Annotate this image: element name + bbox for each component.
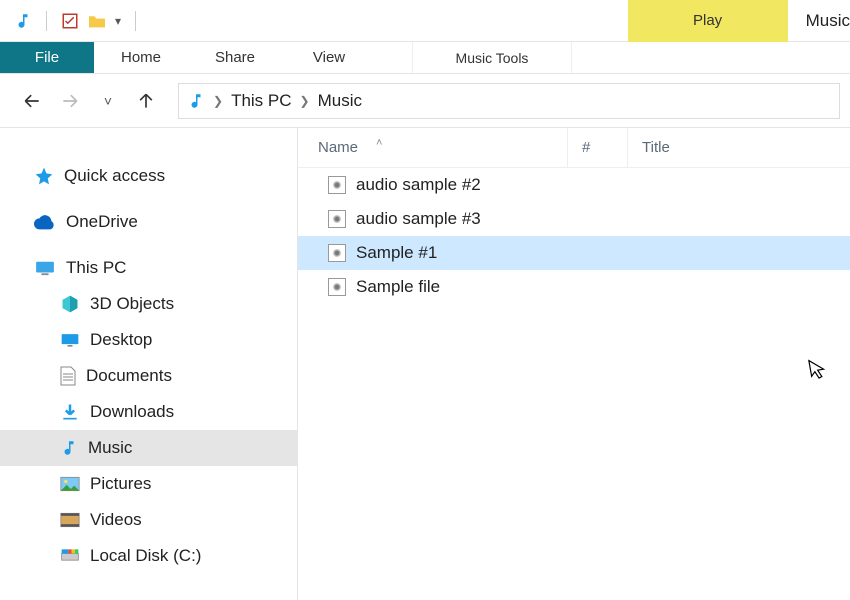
- file-row[interactable]: audio sample #3: [298, 202, 850, 236]
- audio-file-icon: [328, 210, 346, 228]
- tab-home[interactable]: Home: [94, 42, 188, 73]
- tab-label: View: [313, 49, 345, 66]
- column-label: #: [582, 139, 590, 156]
- tree-label: Local Disk (C:): [90, 546, 201, 566]
- sort-asc-icon: ˄: [376, 137, 382, 149]
- pc-icon: [34, 260, 56, 276]
- back-button[interactable]: [18, 87, 46, 115]
- tab-label: Share: [215, 49, 255, 66]
- tree-this-pc[interactable]: This PC: [0, 250, 297, 286]
- tree-label: Videos: [90, 510, 142, 530]
- file-name: Sample #1: [356, 243, 437, 263]
- tree-label: This PC: [66, 258, 126, 278]
- document-icon: [60, 366, 76, 386]
- ribbon-tabs: File Home Share View Music Tools: [0, 42, 850, 74]
- file-tab-label: File: [35, 49, 59, 66]
- tab-music-tools[interactable]: Music Tools: [412, 42, 572, 73]
- file-row[interactable]: Sample #1: [298, 236, 850, 270]
- properties-icon[interactable]: [61, 12, 79, 30]
- cloud-icon: [34, 214, 56, 230]
- recent-locations-button[interactable]: ˅: [94, 87, 122, 115]
- main-area: Quick access OneDrive This PC 3D Objects: [0, 128, 850, 600]
- column-label: Name: [318, 139, 358, 156]
- download-icon: [60, 402, 80, 422]
- tree-label: 3D Objects: [90, 294, 174, 314]
- tab-label: Home: [121, 49, 161, 66]
- tree-3d-objects[interactable]: 3D Objects: [0, 286, 297, 322]
- tree-label: Quick access: [64, 166, 165, 186]
- column-header-title[interactable]: Title: [628, 128, 850, 167]
- music-note-icon: [187, 92, 205, 110]
- file-row[interactable]: Sample file: [298, 270, 850, 304]
- tree-desktop[interactable]: Desktop: [0, 322, 297, 358]
- contextual-tab-play: Play: [628, 0, 788, 42]
- file-list: audio sample #2 audio sample #3 Sample #1 S…: [298, 168, 850, 304]
- separator: [46, 11, 47, 31]
- tab-view[interactable]: View: [282, 42, 376, 73]
- window-title: Music: [806, 11, 850, 31]
- column-headers: Name ˄ # Title: [298, 128, 850, 168]
- navigation-pane: Quick access OneDrive This PC 3D Objects: [0, 128, 298, 600]
- tab-label: Music Tools: [456, 50, 529, 66]
- column-header-name[interactable]: Name ˄: [298, 128, 568, 167]
- file-name: Sample file: [356, 277, 440, 297]
- address-bar[interactable]: ❯ This PC ❯ Music: [178, 83, 840, 119]
- music-note-icon: [14, 12, 32, 30]
- tree-music[interactable]: Music: [0, 430, 297, 466]
- breadcrumb-label: This PC: [231, 91, 291, 111]
- breadcrumb-label: Music: [318, 91, 362, 111]
- context-tab-label: Play: [693, 12, 722, 29]
- tree-label: Downloads: [90, 402, 174, 422]
- tree-downloads[interactable]: Downloads: [0, 394, 297, 430]
- star-icon: [34, 166, 54, 186]
- separator: [135, 11, 136, 31]
- desktop-icon: [60, 332, 80, 348]
- tree-local-disk[interactable]: Local Disk (C:): [0, 538, 297, 574]
- tree-label: OneDrive: [66, 212, 138, 232]
- up-button[interactable]: [132, 87, 160, 115]
- tree-quick-access[interactable]: Quick access: [0, 158, 297, 194]
- tree-documents[interactable]: Documents: [0, 358, 297, 394]
- tree-videos[interactable]: Videos: [0, 502, 297, 538]
- chevron-right-icon[interactable]: ❯: [213, 94, 223, 108]
- video-icon: [60, 512, 80, 528]
- audio-file-icon: [328, 176, 346, 194]
- quick-access-toolbar: ▾: [0, 11, 142, 31]
- drive-icon: [60, 548, 80, 564]
- chevron-right-icon[interactable]: ❯: [300, 94, 310, 108]
- file-name: audio sample #3: [356, 209, 481, 229]
- music-note-icon: [60, 439, 78, 457]
- column-label: Title: [642, 139, 670, 156]
- file-row[interactable]: audio sample #2: [298, 168, 850, 202]
- tree-pictures[interactable]: Pictures: [0, 466, 297, 502]
- forward-button[interactable]: [56, 87, 84, 115]
- file-tab[interactable]: File: [0, 42, 94, 73]
- cube-icon: [60, 294, 80, 314]
- breadcrumb-segment-music[interactable]: Music: [318, 91, 362, 111]
- chevron-down-icon[interactable]: ▾: [115, 14, 121, 28]
- tree-onedrive[interactable]: OneDrive: [0, 204, 297, 240]
- content-pane: Name ˄ # Title audio sample #2audio samp…: [298, 128, 850, 600]
- title-bar: ▾ Play Music: [0, 0, 850, 42]
- audio-file-icon: [328, 278, 346, 296]
- column-header-number[interactable]: #: [568, 128, 628, 167]
- tree-label: Music: [88, 438, 132, 458]
- tree-label: Desktop: [90, 330, 152, 350]
- tree-label: Documents: [86, 366, 172, 386]
- audio-file-icon: [328, 244, 346, 262]
- picture-icon: [60, 476, 80, 492]
- nav-row: ˅ ❯ This PC ❯ Music: [0, 74, 850, 128]
- tree-label: Pictures: [90, 474, 151, 494]
- tab-share[interactable]: Share: [188, 42, 282, 73]
- breadcrumb-segment-this-pc[interactable]: This PC: [231, 91, 291, 111]
- file-name: audio sample #2: [356, 175, 481, 195]
- new-folder-icon[interactable]: [87, 13, 107, 29]
